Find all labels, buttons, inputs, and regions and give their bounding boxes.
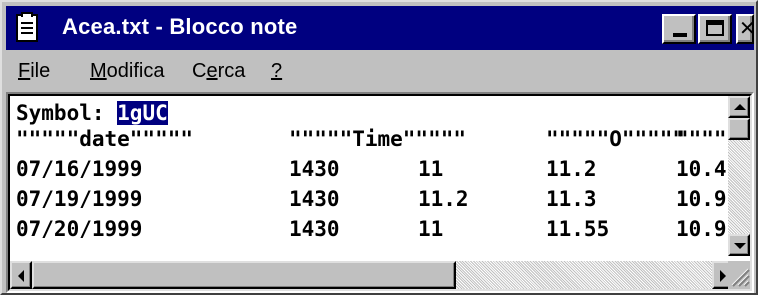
notepad-window: Acea.txt - Blocco note ✕ File Modifica C… (0, 0, 758, 295)
row-open: 11.2 (546, 157, 597, 181)
table-row: 07/16/1999 1430 11 11.2 10.4 (16, 156, 734, 182)
maximize-button[interactable] (698, 14, 732, 44)
row-date: 07/16/1999 (16, 157, 143, 181)
menu-cerca[interactable]: Cerca (192, 60, 245, 83)
row-time: 1430 (289, 217, 340, 241)
selected-symbol-value: 1gUC (117, 101, 168, 125)
row-col3: 11.2 (418, 187, 469, 211)
row-col3: 11 (418, 217, 444, 241)
scroll-up-button[interactable] (728, 96, 750, 118)
symbol-line: Symbol: 1gUC (16, 100, 168, 126)
row-date: 07/20/1999 (16, 217, 143, 241)
horizontal-scroll-thumb[interactable] (32, 261, 456, 289)
title-bar[interactable]: Acea.txt - Blocco note ✕ (6, 6, 756, 50)
menu-help-mnemonic: ? (271, 60, 283, 82)
header-date: """""date""""" (16, 127, 194, 151)
horizontal-scrollbar[interactable] (10, 261, 734, 289)
notepad-icon[interactable] (16, 12, 38, 42)
menu-modifica-label: odifica (106, 60, 165, 82)
vertical-scroll-thumb[interactable] (728, 118, 750, 140)
document-text[interactable]: Symbol: 1gUC """""date""""" """""Time"""… (10, 96, 734, 256)
minimize-button[interactable] (662, 14, 696, 44)
header-open: """""O""""" (546, 127, 686, 151)
menu-file-label: ile (30, 60, 51, 82)
row-open: 11.3 (546, 187, 597, 211)
menu-file[interactable]: File (18, 60, 50, 83)
scroll-down-button[interactable] (728, 234, 750, 256)
menu-help[interactable]: ? (271, 60, 282, 83)
table-row: 07/20/1999 1430 11 11.55 10.9 (16, 216, 734, 242)
menu-file-mnemonic: F (18, 60, 31, 82)
edit-area-frame: Symbol: 1gUC """""date""""" """""Time"""… (6, 92, 754, 293)
row-date: 07/19/1999 (16, 187, 143, 211)
arrow-right-icon (720, 270, 726, 282)
row-col3: 11 (418, 157, 444, 181)
symbol-label: Symbol: (16, 101, 118, 125)
close-icon: ✕ (739, 16, 756, 40)
text-editor[interactable]: Symbol: 1gUC """""date""""" """""Time"""… (8, 94, 752, 291)
window-title: Acea.txt - Blocco note (62, 14, 298, 39)
row-time: 1430 (289, 157, 340, 181)
arrow-left-icon (18, 270, 24, 282)
row-open: 11.55 (546, 217, 610, 241)
minimize-icon (673, 33, 687, 37)
header-high: """""H""""" (676, 127, 734, 151)
arrow-down-icon (734, 243, 746, 249)
menu-cerca-mnemonic: e (206, 60, 218, 82)
vertical-scrollbar[interactable] (728, 96, 750, 256)
row-high: 10.9 (676, 217, 727, 241)
menu-cerca-label: rca (217, 60, 246, 82)
menu-bar: File Modifica Cerca ? (6, 54, 754, 90)
row-high: 10.9 (676, 187, 727, 211)
header-time: """""Time""""" (289, 127, 467, 151)
scroll-left-button[interactable] (10, 261, 32, 289)
menu-modifica[interactable]: Modifica (90, 60, 164, 83)
row-time: 1430 (289, 187, 340, 211)
maximize-icon (706, 20, 724, 36)
header-line: """""date""""" """""Time""""" """""O""""… (16, 126, 734, 152)
table-row: 07/19/1999 1430 11.2 11.3 10.9 (16, 186, 734, 212)
close-button[interactable]: ✕ (736, 14, 756, 44)
row-high: 10.4 (676, 157, 727, 181)
menu-modifica-mnemonic: M (90, 60, 107, 82)
arrow-up-icon (734, 104, 746, 110)
menu-cerca-prefix: C (192, 60, 207, 82)
resize-grip-icon[interactable] (728, 261, 750, 289)
